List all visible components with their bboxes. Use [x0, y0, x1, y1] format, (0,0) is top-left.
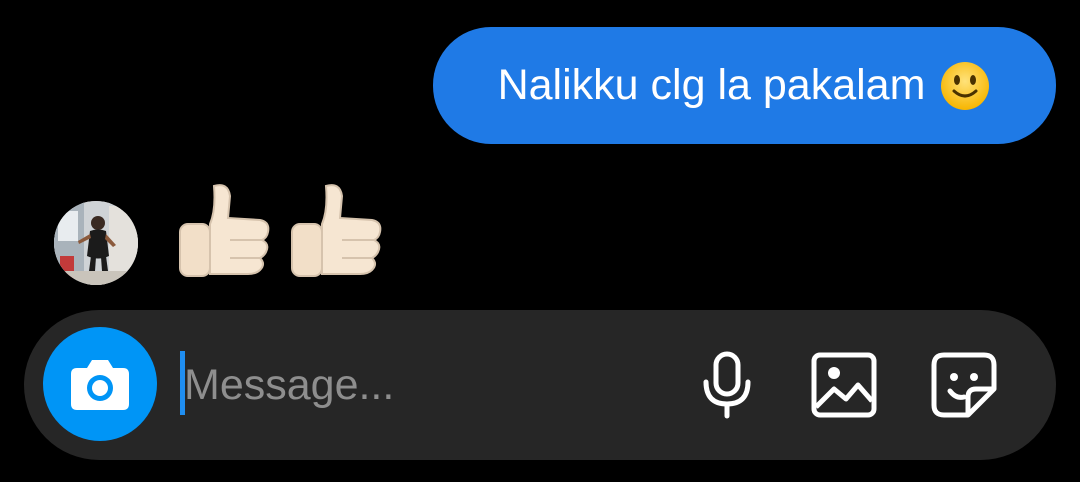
gallery-button[interactable] — [809, 350, 879, 420]
contact-avatar[interactable] — [54, 201, 138, 285]
chat-screen: Nalikku clg la pakalam — [0, 0, 1080, 482]
camera-button[interactable] — [43, 327, 157, 441]
sticker-button[interactable] — [929, 350, 999, 420]
camera-icon — [71, 360, 129, 410]
microphone-button[interactable] — [692, 350, 762, 420]
sent-message-bubble[interactable]: Nalikku clg la pakalam — [433, 27, 1056, 144]
microphone-icon — [703, 351, 751, 419]
thumbs-up-emoji — [179, 184, 270, 277]
slightly-smiling-face-emoji — [941, 61, 990, 110]
thumbs-up-emoji — [291, 184, 382, 277]
sent-message-text: Nalikku clg la pakalam — [497, 61, 926, 109]
gallery-icon — [811, 352, 877, 418]
sticker-icon — [931, 352, 997, 418]
message-input[interactable] — [184, 354, 664, 416]
message-composer — [24, 310, 1056, 460]
contact-photo — [54, 201, 138, 285]
